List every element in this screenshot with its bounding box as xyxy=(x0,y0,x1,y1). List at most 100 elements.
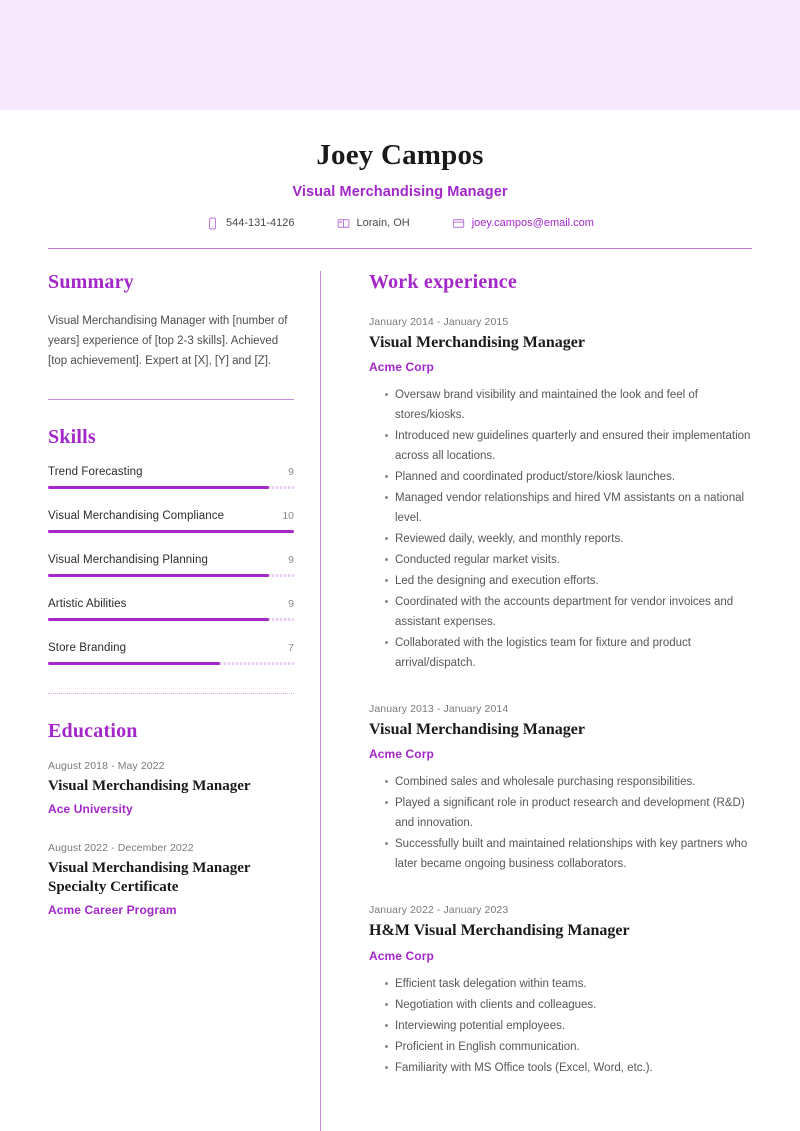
contact-location[interactable]: Lorain, OH xyxy=(337,217,410,230)
experience-entry-date: January 2022 - January 2023 xyxy=(369,904,509,917)
skill-score: 9 xyxy=(288,597,294,610)
skill-header: Trend Forecasting 9 xyxy=(48,466,294,478)
email-icon xyxy=(452,217,465,230)
skill-name: Store Branding xyxy=(48,641,127,654)
education-entry-date: August 2022 - December 2022 xyxy=(48,841,194,854)
experience-bullet: Planned and coordinated product/store/ki… xyxy=(385,467,752,487)
experience-bullet: Managed vendor relationships and hired V… xyxy=(385,488,752,528)
skill-item: Visual Merchandising Planning 9 xyxy=(48,554,294,577)
skill-header: Visual Merchandising Compliance 10 xyxy=(48,510,294,522)
skills-list: Trend Forecasting 9 Visual Merchandising… xyxy=(48,466,294,665)
skill-score: 7 xyxy=(288,641,294,654)
experience-bullet: Collaborated with the logistics team for… xyxy=(385,633,752,673)
contact-email-text: joey.campos@email.com xyxy=(471,216,594,229)
education-entry-org: Ace University xyxy=(48,801,133,816)
contact-row: 544-131-4126 Lorain, OH joey.campos@emai… xyxy=(48,217,752,230)
left-column: Summary Visual Merchandising Manager wit… xyxy=(48,271,320,1131)
experience-bullet: Coordinated with the accounts department… xyxy=(385,592,752,632)
experience-bullet: Led the designing and execution efforts. xyxy=(385,571,752,591)
education-list: August 2018 - May 2022 Visual Merchandis… xyxy=(48,760,294,917)
skill-item: Visual Merchandising Compliance 10 xyxy=(48,510,294,533)
skill-name: Visual Merchandising Compliance xyxy=(48,509,225,522)
header-divider xyxy=(48,247,752,249)
summary-section-title: Summary xyxy=(48,270,134,293)
section-divider xyxy=(48,398,294,400)
skill-bar-fill xyxy=(48,617,270,621)
summary-text: Visual Merchandising Manager with [numbe… xyxy=(48,314,288,367)
experience-bullet: Reviewed daily, weekly, and monthly repo… xyxy=(385,529,752,549)
resume-page: Joey Campos Visual Merchandising Manager… xyxy=(0,110,800,1131)
location-icon xyxy=(337,217,350,230)
experience-entry: January 2014 - January 2015 Visual Merch… xyxy=(369,316,752,673)
experience-bullet-list: Combined sales and wholesale purchasing … xyxy=(369,772,752,874)
skill-bar-track xyxy=(48,573,294,577)
experience-bullet: Interviewing potential employees. xyxy=(385,1016,752,1036)
experience-bullet: Conducted regular market visits. xyxy=(385,550,752,570)
skill-name: Visual Merchandising Planning xyxy=(48,553,208,566)
skill-bar-fill xyxy=(48,485,270,489)
skill-score: 10 xyxy=(282,509,294,522)
experience-bullet: Efficient task delegation within teams. xyxy=(385,974,752,994)
skill-bar-track xyxy=(48,661,294,665)
experience-bullet: Familiarity with MS Office tools (Excel,… xyxy=(385,1058,752,1078)
skill-item: Store Branding 7 xyxy=(48,642,294,665)
experience-bullet: Successfully built and maintained relati… xyxy=(385,834,752,874)
experience-bullet: Played a significant role in product res… xyxy=(385,793,752,833)
education-entry-org: Acme Career Program xyxy=(48,902,177,917)
contact-phone[interactable]: 544-131-4126 xyxy=(206,217,295,230)
skill-bar-fill xyxy=(48,661,221,665)
experience-bullet: Negotiation with clients and colleagues. xyxy=(385,995,752,1015)
work-experience-section-title: Work experience xyxy=(369,270,517,293)
education-entry-title: Visual Merchandising Manager Specialty C… xyxy=(48,859,251,895)
experience-entry-title: H&M Visual Merchandising Manager xyxy=(369,922,630,940)
experience-bullet: Oversaw brand visibility and maintained … xyxy=(385,385,752,425)
skill-header: Visual Merchandising Planning 9 xyxy=(48,554,294,566)
skill-bar-track xyxy=(48,485,294,489)
skill-item: Artistic Abilities 9 xyxy=(48,598,294,621)
experience-bullet: Combined sales and wholesale purchasing … xyxy=(385,772,752,792)
contact-location-text: Lorain, OH xyxy=(356,216,410,229)
experience-entry: January 2013 - January 2014 Visual Merch… xyxy=(369,703,752,874)
education-entry-title: Visual Merchandising Manager xyxy=(48,777,251,794)
skills-section-title: Skills xyxy=(48,425,96,448)
experience-bullet: Introduced new guidelines quarterly and … xyxy=(385,426,752,466)
skill-header: Artistic Abilities 9 xyxy=(48,598,294,610)
skill-header: Store Branding 7 xyxy=(48,642,294,654)
experience-bullet-list: Oversaw brand visibility and maintained … xyxy=(369,385,752,673)
work-experience-list: January 2014 - January 2015 Visual Merch… xyxy=(369,316,752,1078)
experience-entry-org: Acme Corp xyxy=(369,360,434,375)
section-education: Education August 2018 - May 2022 Visual … xyxy=(48,720,294,917)
experience-entry-title: Visual Merchandising Manager xyxy=(369,333,586,351)
experience-entry: January 2022 - January 2023 H&M Visual M… xyxy=(369,904,752,1077)
section-summary: Summary Visual Merchandising Manager wit… xyxy=(48,271,294,371)
section-skills: Skills Trend Forecasting 9 Visual Mercha… xyxy=(48,426,294,665)
skill-name: Artistic Abilities xyxy=(48,597,127,610)
section-divider xyxy=(48,692,294,694)
contact-email[interactable]: joey.campos@email.com xyxy=(452,217,594,230)
decorative-top-band xyxy=(0,0,800,110)
education-entry: August 2022 - December 2022 Visual Merch… xyxy=(48,842,294,917)
skill-score: 9 xyxy=(288,465,294,478)
education-entry: August 2018 - May 2022 Visual Merchandis… xyxy=(48,760,294,816)
phone-icon xyxy=(206,217,219,230)
section-work-experience: Work experience January 2014 - January 2… xyxy=(369,271,752,1078)
skill-bar-fill xyxy=(48,529,294,533)
contact-phone-text: 544-131-4126 xyxy=(226,216,295,229)
experience-entry-date: January 2013 - January 2014 xyxy=(369,703,509,716)
education-section-title: Education xyxy=(48,719,138,742)
skill-bar-fill xyxy=(48,573,270,577)
experience-entry-org: Acme Corp xyxy=(369,747,434,762)
experience-bullet-list: Efficient task delegation within teams. N… xyxy=(369,974,752,1078)
experience-entry-title: Visual Merchandising Manager xyxy=(369,721,586,739)
experience-entry-org: Acme Corp xyxy=(369,948,434,963)
skill-score: 9 xyxy=(288,553,294,566)
skill-bar-track xyxy=(48,529,294,533)
skill-bar-track xyxy=(48,617,294,621)
experience-bullet: Proficient in English communication. xyxy=(385,1037,752,1057)
header-job-title: Visual Merchandising Manager xyxy=(292,183,508,200)
experience-entry-date: January 2014 - January 2015 xyxy=(369,315,509,328)
right-column: Work experience January 2014 - January 2… xyxy=(321,271,752,1131)
resume-header: Joey Campos Visual Merchandising Manager… xyxy=(48,110,752,249)
skill-item: Trend Forecasting 9 xyxy=(48,466,294,489)
page-title: Joey Campos xyxy=(316,139,484,171)
